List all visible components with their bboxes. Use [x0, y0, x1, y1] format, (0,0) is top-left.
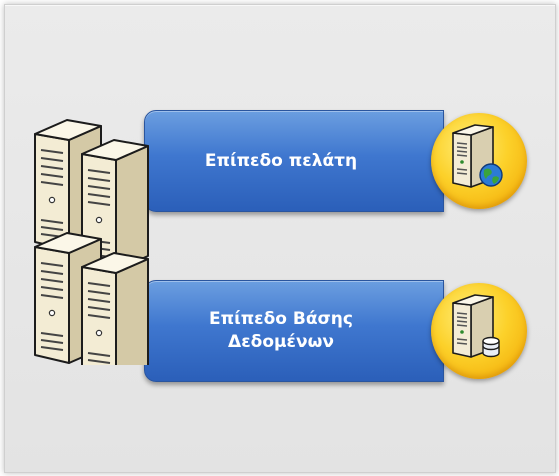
- client-tier-bar: Επίπεδο πελάτη: [144, 110, 444, 212]
- database-tier-label-line2: Δεδομένων: [228, 332, 334, 352]
- server-cluster-icon: [34, 119, 149, 365]
- database-tier-bar: Επίπεδο Βάσης Δεδομένων: [144, 280, 444, 382]
- database-tier-label-line1: Επίπεδο Βάσης: [209, 309, 353, 329]
- globe-icon: [479, 163, 503, 187]
- database-server-badge: [431, 283, 527, 379]
- diagram-canvas: Επίπεδο πελάτη Επίπεδο Βάσης Δεδομένων: [4, 4, 556, 473]
- web-server-badge: [431, 113, 527, 209]
- web-server-icon: [452, 124, 503, 188]
- database-cylinder-icon: [482, 336, 500, 358]
- server-tower-front-bottom: [81, 252, 149, 365]
- client-tier-label: Επίπεδο πελάτη: [204, 150, 358, 171]
- database-server-icon: [452, 294, 500, 358]
